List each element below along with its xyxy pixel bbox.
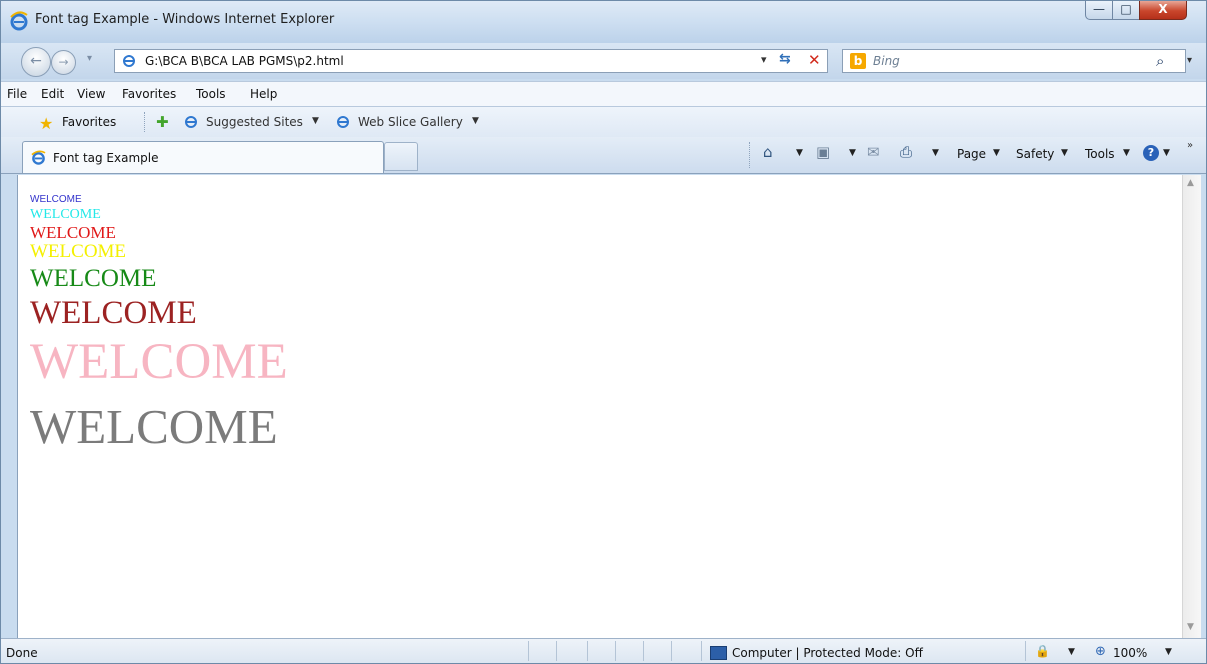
security-dropdown-icon[interactable]: ▼ <box>1068 647 1075 657</box>
welcome-text-size-8: WELCOME <box>30 399 278 454</box>
search-options-dropdown-icon[interactable]: ▾ <box>1187 55 1192 66</box>
status-text: Done <box>6 646 38 660</box>
minimize-button[interactable]: — <box>1085 1 1113 20</box>
welcome-text-size-3: WELCOME <box>30 223 116 242</box>
print-dropdown-icon[interactable]: ▼ <box>932 148 939 158</box>
page-menu-button[interactable]: Page <box>957 147 986 161</box>
status-pane-divider <box>528 641 529 661</box>
menu-favorites[interactable]: Favorites <box>122 87 176 101</box>
status-bar: Done Computer | Protected Mode: Off 🔒 ▼ … <box>1 638 1206 663</box>
status-pane-divider <box>556 641 557 661</box>
mail-icon[interactable]: ✉ <box>867 143 880 161</box>
command-bar-separator <box>749 142 752 168</box>
tools-menu-button[interactable]: Tools <box>1085 147 1115 161</box>
zoom-dropdown-icon[interactable]: ▼ <box>1165 647 1172 657</box>
status-pane-divider <box>671 641 672 661</box>
tab-font-tag-example[interactable]: Font tag Example <box>22 141 384 173</box>
feeds-dropdown-icon[interactable]: ▼ <box>849 148 856 158</box>
ie-logo-icon <box>31 150 46 165</box>
more-commands-chevron-icon[interactable]: » <box>1187 140 1193 151</box>
status-pane-divider <box>615 641 616 661</box>
close-button[interactable]: X <box>1139 1 1187 20</box>
menu-file[interactable]: File <box>7 87 27 101</box>
tools-dropdown-icon[interactable]: ▼ <box>1123 148 1130 158</box>
suggested-sites-dropdown-icon[interactable]: ▼ <box>312 116 319 126</box>
page-icon <box>123 55 135 67</box>
help-icon[interactable]: ? <box>1143 145 1159 161</box>
feeds-icon[interactable]: ▣ <box>816 143 830 161</box>
web-slice-gallery-dropdown-icon[interactable]: ▼ <box>472 116 479 126</box>
welcome-text-size-6: WELCOME <box>30 295 197 331</box>
status-pane-divider <box>701 641 702 661</box>
ie-link-icon <box>337 116 349 128</box>
favorites-bar: ★ Favorites ✚ Suggested Sites ▼ Web Slic… <box>1 107 1206 138</box>
menu-tools[interactable]: Tools <box>196 87 226 101</box>
title-bar: Font tag Example - Windows Internet Expl… <box>1 1 1206 43</box>
scroll-down-arrow-icon[interactable]: ▼ <box>1187 622 1194 632</box>
print-icon[interactable]: ⎙ <box>900 143 912 161</box>
menu-view[interactable]: View <box>77 87 105 101</box>
status-pane-divider <box>1025 641 1026 661</box>
address-bar[interactable]: G:\BCA B\BCA LAB PGMS\p2.html ▾ ⇆ ✕ <box>114 49 828 73</box>
favorites-button[interactable]: Favorites <box>62 115 116 129</box>
welcome-text-size-4: WELCOME <box>30 241 127 262</box>
zoom-icon[interactable]: ⊕ <box>1095 644 1106 659</box>
page-dropdown-icon[interactable]: ▼ <box>993 148 1000 158</box>
favorites-separator <box>144 112 147 132</box>
zoom-level[interactable]: 100% <box>1113 646 1147 660</box>
page-content: WELCOME WELCOME WELCOME WELCOME WELCOME … <box>17 175 1183 638</box>
maximize-button[interactable]: □ <box>1112 1 1140 20</box>
security-zone-text[interactable]: Computer | Protected Mode: Off <box>732 646 923 660</box>
favorites-star-icon[interactable]: ★ <box>39 114 53 133</box>
new-tab-button[interactable] <box>384 142 418 171</box>
web-slice-gallery-link[interactable]: Web Slice Gallery <box>358 115 463 129</box>
welcome-text-size-7: WELCOME <box>30 334 288 390</box>
safety-menu-button[interactable]: Safety <box>1016 147 1054 161</box>
computer-zone-icon <box>710 646 727 660</box>
menu-edit[interactable]: Edit <box>41 87 64 101</box>
menu-help[interactable]: Help <box>250 87 277 101</box>
forward-button[interactable]: → <box>51 50 76 75</box>
bing-icon: b <box>850 53 866 69</box>
search-input[interactable]: Bing <box>873 54 900 68</box>
scroll-up-arrow-icon[interactable]: ▲ <box>1187 178 1194 188</box>
refresh-icon[interactable]: ⇆ <box>779 51 791 67</box>
help-dropdown-icon[interactable]: ▼ <box>1163 148 1170 158</box>
welcome-text-size-2: WELCOME <box>30 207 101 222</box>
ie-link-icon <box>185 116 197 128</box>
tab-label: Font tag Example <box>53 151 159 165</box>
stop-icon[interactable]: ✕ <box>808 51 821 69</box>
vertical-scrollbar[interactable]: ▲ ▼ <box>1182 175 1201 638</box>
navigation-bar: ← → ▾ G:\BCA B\BCA LAB PGMS\p2.html ▾ ⇆ … <box>1 43 1206 79</box>
home-icon[interactable]: ⌂ <box>763 143 773 161</box>
back-button[interactable]: ← <box>21 47 51 77</box>
add-to-favorites-icon[interactable]: ✚ <box>156 113 169 131</box>
window-title: Font tag Example - Windows Internet Expl… <box>35 12 335 27</box>
tab-row: Font tag Example ⌂ ▼ ▣ ▼ ✉ ⎙ ▼ Page ▼ Sa… <box>1 137 1206 174</box>
search-icon[interactable]: ⌕ <box>1156 52 1164 70</box>
ie-window: Font tag Example - Windows Internet Expl… <box>0 0 1207 664</box>
search-box[interactable]: b Bing <box>842 49 1186 73</box>
status-pane-divider <box>587 641 588 661</box>
address-input[interactable]: G:\BCA B\BCA LAB PGMS\p2.html <box>145 54 344 68</box>
safety-dropdown-icon[interactable]: ▼ <box>1061 148 1068 158</box>
security-lock-icon[interactable]: 🔒 <box>1035 644 1050 658</box>
address-dropdown-icon[interactable]: ▾ <box>761 53 767 66</box>
welcome-text-size-1: WELCOME <box>30 194 82 205</box>
recent-pages-dropdown-icon[interactable]: ▾ <box>87 53 92 64</box>
welcome-text-size-5: WELCOME <box>30 265 157 292</box>
home-dropdown-icon[interactable]: ▼ <box>796 148 803 158</box>
menu-bar: File Edit View Favorites Tools Help <box>1 81 1206 107</box>
ie-logo-icon <box>10 11 28 31</box>
status-pane-divider <box>643 641 644 661</box>
suggested-sites-link[interactable]: Suggested Sites <box>206 115 303 129</box>
